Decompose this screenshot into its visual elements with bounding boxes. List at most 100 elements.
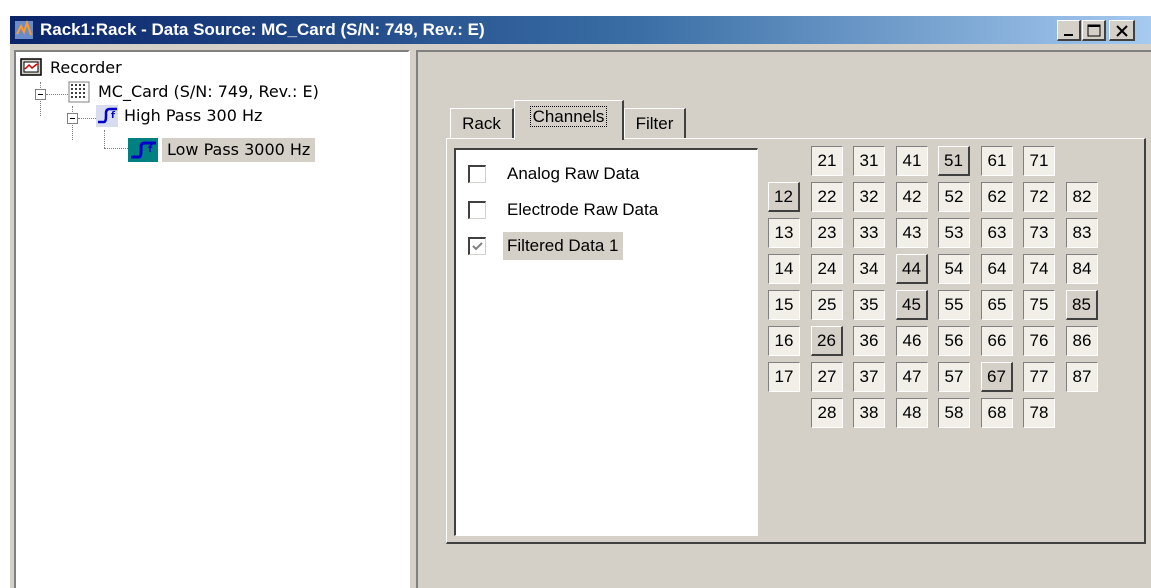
checkbox[interactable] <box>468 201 486 219</box>
channel-button[interactable]: 52 <box>938 182 970 212</box>
collapse-toggle[interactable] <box>35 89 46 100</box>
channel-button[interactable]: 71 <box>1023 146 1055 176</box>
channel-button[interactable]: 34 <box>853 254 885 284</box>
channel-button[interactable]: 17 <box>768 362 800 392</box>
channel-button[interactable]: 65 <box>981 290 1013 320</box>
svg-text:f: f <box>148 144 153 155</box>
data-stream-list[interactable]: Analog Raw Data Electrode Raw Data Filte… <box>454 148 758 536</box>
tree-connector <box>104 130 105 148</box>
channel-button[interactable]: 25 <box>811 290 843 320</box>
channel-button[interactable]: 78 <box>1023 398 1055 428</box>
properties-pane: Rack Channels Filter Analog Raw Data Ele… <box>416 50 1151 588</box>
channel-button[interactable]: 66 <box>981 326 1013 356</box>
channel-button[interactable]: 62 <box>981 182 1013 212</box>
channel-button[interactable]: 13 <box>768 218 800 248</box>
channel-button[interactable]: 87 <box>1066 362 1098 392</box>
title-bar[interactable]: Rack1:Rack - Data Source: MC_Card (S/N: … <box>10 16 1151 44</box>
close-icon <box>1116 25 1128 37</box>
channel-button[interactable]: 21 <box>811 146 843 176</box>
channel-button[interactable]: 63 <box>981 218 1013 248</box>
minimize-button[interactable] <box>1057 20 1081 41</box>
data-source-tree[interactable]: Recorder MC_Card (S/N: 749, Rev.: E) f H… <box>14 50 410 588</box>
channel-button[interactable]: 58 <box>938 398 970 428</box>
channel-button[interactable]: 26 <box>811 326 843 356</box>
checkbox[interactable] <box>468 237 486 255</box>
channel-button[interactable]: 33 <box>853 218 885 248</box>
channel-button[interactable]: 36 <box>853 326 885 356</box>
channel-button[interactable]: 47 <box>896 362 928 392</box>
tab-filter[interactable]: Filter <box>624 108 686 138</box>
tree-connector <box>104 148 128 149</box>
checkmark-icon <box>472 242 483 251</box>
channel-button[interactable]: 85 <box>1066 290 1098 320</box>
channel-button[interactable]: 67 <box>981 362 1013 392</box>
channel-button[interactable]: 54 <box>938 254 970 284</box>
window-title: Rack1:Rack - Data Source: MC_Card (S/N: … <box>40 20 485 39</box>
close-button[interactable] <box>1109 20 1135 41</box>
list-item-label: Analog Raw Data <box>507 164 640 183</box>
channel-button[interactable]: 46 <box>896 326 928 356</box>
channel-button[interactable]: 51 <box>938 146 970 176</box>
channel-button[interactable]: 28 <box>811 398 843 428</box>
channel-button[interactable]: 56 <box>938 326 970 356</box>
channel-button[interactable]: 24 <box>811 254 843 284</box>
channel-button[interactable]: 48 <box>896 398 928 428</box>
channel-button[interactable]: 53 <box>938 218 970 248</box>
channel-button[interactable]: 37 <box>853 362 885 392</box>
tree-label-high-pass: High Pass 300 Hz <box>124 106 263 125</box>
list-item-label: Filtered Data 1 <box>503 232 623 260</box>
channel-button[interactable]: 23 <box>811 218 843 248</box>
channel-button[interactable]: 32 <box>853 182 885 212</box>
tree-connector <box>78 118 96 119</box>
channel-grid: 21 31 41 51 61 71 12 22 32 42 52 62 72 82 13 23 33 43 53 63… <box>768 146 1128 446</box>
channel-button[interactable]: 35 <box>853 290 885 320</box>
channel-button[interactable]: 75 <box>1023 290 1055 320</box>
checkbox[interactable] <box>468 165 486 183</box>
channel-button[interactable]: 73 <box>1023 218 1055 248</box>
app-icon <box>15 20 33 39</box>
tab-rack[interactable]: Rack <box>450 108 514 138</box>
filter-icon: f <box>128 138 158 162</box>
channel-button[interactable]: 14 <box>768 254 800 284</box>
svg-text:f: f <box>111 111 115 121</box>
tab-label: Channels <box>529 106 608 127</box>
channel-button[interactable]: 38 <box>853 398 885 428</box>
channel-button[interactable]: 84 <box>1066 254 1098 284</box>
channel-button[interactable]: 55 <box>938 290 970 320</box>
electrode-grid-icon <box>68 81 90 103</box>
channel-button[interactable]: 16 <box>768 326 800 356</box>
channel-button[interactable]: 44 <box>896 254 928 284</box>
channel-button[interactable]: 41 <box>896 146 928 176</box>
channel-button[interactable]: 12 <box>768 182 800 212</box>
channel-button[interactable]: 83 <box>1066 218 1098 248</box>
channel-button[interactable]: 82 <box>1066 182 1098 212</box>
channel-button[interactable]: 61 <box>981 146 1013 176</box>
channel-button[interactable]: 22 <box>811 182 843 212</box>
filter-icon: f <box>96 105 118 127</box>
tab-channels[interactable]: Channels <box>514 100 624 140</box>
channel-button[interactable]: 42 <box>896 182 928 212</box>
channel-button[interactable]: 77 <box>1023 362 1055 392</box>
channel-button[interactable]: 27 <box>811 362 843 392</box>
tree-label-recorder: Recorder <box>50 58 122 77</box>
channel-button[interactable]: 64 <box>981 254 1013 284</box>
rack-window: Rack1:Rack - Data Source: MC_Card (S/N: … <box>10 16 1151 588</box>
collapse-toggle[interactable] <box>67 113 78 124</box>
channel-button[interactable]: 76 <box>1023 326 1055 356</box>
channel-button[interactable]: 45 <box>896 290 928 320</box>
maximize-icon <box>1087 24 1101 37</box>
list-item-label: Electrode Raw Data <box>507 200 659 219</box>
channel-button[interactable]: 74 <box>1023 254 1055 284</box>
tree-connector <box>46 94 68 95</box>
channel-button[interactable]: 43 <box>896 218 928 248</box>
channel-button[interactable]: 72 <box>1023 182 1055 212</box>
tree-label-low-pass: Low Pass 3000 Hz <box>162 138 316 162</box>
channel-button[interactable]: 68 <box>981 398 1013 428</box>
maximize-button[interactable] <box>1082 20 1106 41</box>
tree-label-mc-card: MC_Card (S/N: 749, Rev.: E) <box>98 82 319 101</box>
channel-button[interactable]: 15 <box>768 290 800 320</box>
channel-button[interactable]: 57 <box>938 362 970 392</box>
channel-button[interactable]: 31 <box>853 146 885 176</box>
channel-button[interactable]: 86 <box>1066 326 1098 356</box>
minimize-icon <box>1064 34 1073 36</box>
